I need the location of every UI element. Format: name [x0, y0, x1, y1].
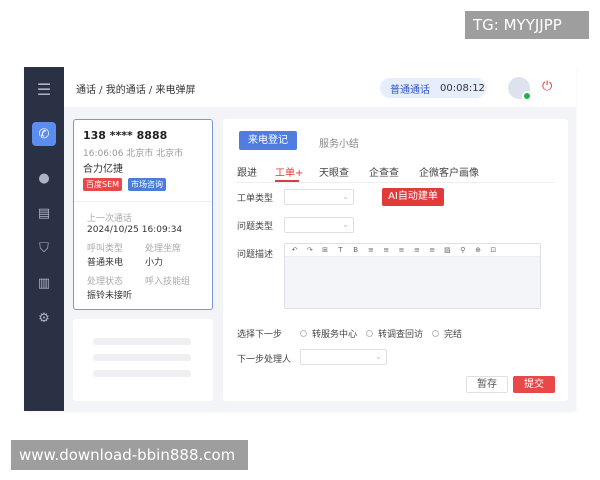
call-type-field-label: 呼叫类型 [87, 244, 124, 254]
clipboard-icon[interactable]: ▤ [32, 201, 56, 225]
divider [74, 201, 212, 202]
next-handler-select[interactable]: ⌄ [300, 349, 387, 365]
chevron-down-icon: ⌄ [342, 220, 349, 229]
radio-circle[interactable] [432, 330, 439, 337]
header-bar: 通话 / 我的通话 / 来电弹屏 普通通话 00:08:12 ⏻ [64, 67, 576, 107]
list-icon[interactable]: ≡ [411, 246, 422, 254]
power-icon[interactable]: ⏻ [542, 79, 552, 94]
issue-desc-editor[interactable]: ↶ ↷ ⊞ T B ≡ ≡ ≡ ≡ ≡ ▨ ⚲ ⊕ ⊡ [284, 243, 541, 309]
call-type-label: 普通通话 [390, 84, 430, 96]
text-size-icon[interactable]: T [335, 246, 346, 254]
radio-label: 转服务中心 [312, 330, 358, 340]
table-icon[interactable]: ⊞ [320, 246, 331, 254]
subtab-qichacha[interactable]: 企查查 [369, 164, 399, 179]
ticket-type-label: 工单类型 [237, 194, 274, 204]
issue-desc-label: 问题描述 [237, 250, 274, 260]
watermark-top: TG: MYYJJPP [465, 11, 589, 39]
caller-phone: 138 **** 8888 [83, 129, 168, 142]
last-call-label: 上一次通话 [87, 214, 133, 224]
next-step-label: 选择下一步 [237, 330, 283, 340]
subtab-tianyancha[interactable]: 天眼查 [319, 164, 349, 179]
subtabs-divider [235, 182, 555, 183]
sidebar: ☰ ✆ ● ▤ ⛉ ▥ ⚙ [24, 67, 64, 411]
delete-icon[interactable]: ⊡ [488, 246, 499, 254]
next-handler-label: 下一步处理人 [237, 355, 292, 365]
chevron-down-icon: ⌄ [342, 192, 349, 201]
placeholder-card [73, 319, 213, 401]
app-window: ☰ ✆ ● ▤ ⛉ ▥ ⚙ 通话 / 我的通话 / 来电弹屏 普通通话 00:0… [24, 67, 576, 411]
call-status-pill: 普通通话 00:08:12 [380, 78, 486, 98]
ticket-type-select[interactable]: ⌄ [284, 189, 354, 205]
online-status-icon [522, 91, 532, 101]
caller-card: 138 **** 8888 16:06:06 北京市 北京市 合力亿捷 百度SE… [73, 119, 213, 310]
call-timer: 00:08:12 [440, 82, 485, 94]
issue-type-select[interactable]: ⌄ [284, 217, 354, 233]
indent-icon[interactable]: ≡ [427, 246, 438, 254]
skeleton-line [93, 338, 191, 345]
shield-icon[interactable]: ⛉ [32, 236, 56, 260]
status-label: 处理状态 [87, 277, 124, 287]
radio-label: 转调查回访 [378, 330, 424, 340]
radio-survey-callback[interactable]: 转调查回访 [366, 327, 423, 340]
zoom-icon[interactable]: ⊕ [473, 246, 484, 254]
skill-group-label: 呼入技能组 [145, 277, 191, 287]
agent-value: 小力 [145, 258, 164, 268]
radio-circle[interactable] [300, 330, 307, 337]
editor-body[interactable] [285, 257, 540, 308]
bar-chart-icon[interactable]: ▥ [32, 271, 56, 295]
avatar[interactable] [508, 77, 532, 101]
redo-icon[interactable]: ↷ [304, 246, 315, 254]
skeleton-line [93, 370, 191, 377]
tag-market-inquiry: 市场咨询 [128, 178, 166, 191]
last-call-value: 2024/10/25 16:09:34 [87, 225, 183, 235]
caller-company: 合力亿捷 [83, 164, 123, 175]
user-icon[interactable]: ● [32, 166, 56, 190]
caller-time-location: 16:06:06 北京市 北京市 [83, 149, 184, 159]
tag-baidu-sem: 百度SEM [83, 178, 123, 191]
subtab-follow-up[interactable]: 跟进 [237, 164, 257, 179]
image-icon[interactable]: ▨ [442, 246, 453, 254]
chevron-down-icon: ⌄ [375, 352, 382, 361]
issue-type-label: 问题类型 [237, 222, 274, 232]
save-draft-button[interactable]: 暂存 [466, 376, 508, 393]
link-icon[interactable]: ⚲ [457, 246, 468, 254]
watermark-bottom: www.download-bbin888.com [11, 440, 248, 470]
tab-call-register[interactable]: 来电登记 [239, 131, 297, 150]
tab-service-summary[interactable]: 服务小结 [319, 135, 359, 150]
call-type-value: 普通来电 [87, 258, 124, 268]
subtab-ticket[interactable]: 工单+ [275, 164, 303, 179]
undo-icon[interactable]: ↶ [289, 246, 300, 254]
status-value: 振铃未接听 [87, 291, 133, 301]
menu-icon[interactable]: ☰ [32, 77, 56, 101]
skeleton-line [93, 354, 191, 361]
editor-toolbar: ↶ ↷ ⊞ T B ≡ ≡ ≡ ≡ ≡ ▨ ⚲ ⊕ ⊡ [285, 244, 540, 257]
subtab-wecom-profile[interactable]: 企微客户画像 [419, 164, 479, 179]
bold-icon[interactable]: B [350, 246, 361, 254]
radio-label: 完结 [444, 330, 463, 340]
align-center-icon[interactable]: ≡ [381, 246, 392, 254]
ai-create-ticket-button[interactable]: AI自动建单 [382, 188, 444, 206]
submit-button[interactable]: 提交 [513, 376, 555, 393]
agent-label: 处理坐席 [145, 244, 182, 254]
radio-service-center[interactable]: 转服务中心 [300, 327, 357, 340]
radio-complete[interactable]: 完结 [432, 327, 462, 340]
ticket-panel: 来电登记 服务小结 跟进 工单+ 天眼查 企查查 企微客户画像 工单类型 ⌄ A… [223, 119, 568, 401]
radio-circle[interactable] [366, 330, 373, 337]
align-left-icon[interactable]: ≡ [365, 246, 376, 254]
gear-icon[interactable]: ⚙ [32, 306, 56, 330]
align-right-icon[interactable]: ≡ [396, 246, 407, 254]
phone-icon[interactable]: ✆ [32, 122, 56, 146]
breadcrumb: 通话 / 我的通话 / 来电弹屏 [76, 85, 196, 96]
